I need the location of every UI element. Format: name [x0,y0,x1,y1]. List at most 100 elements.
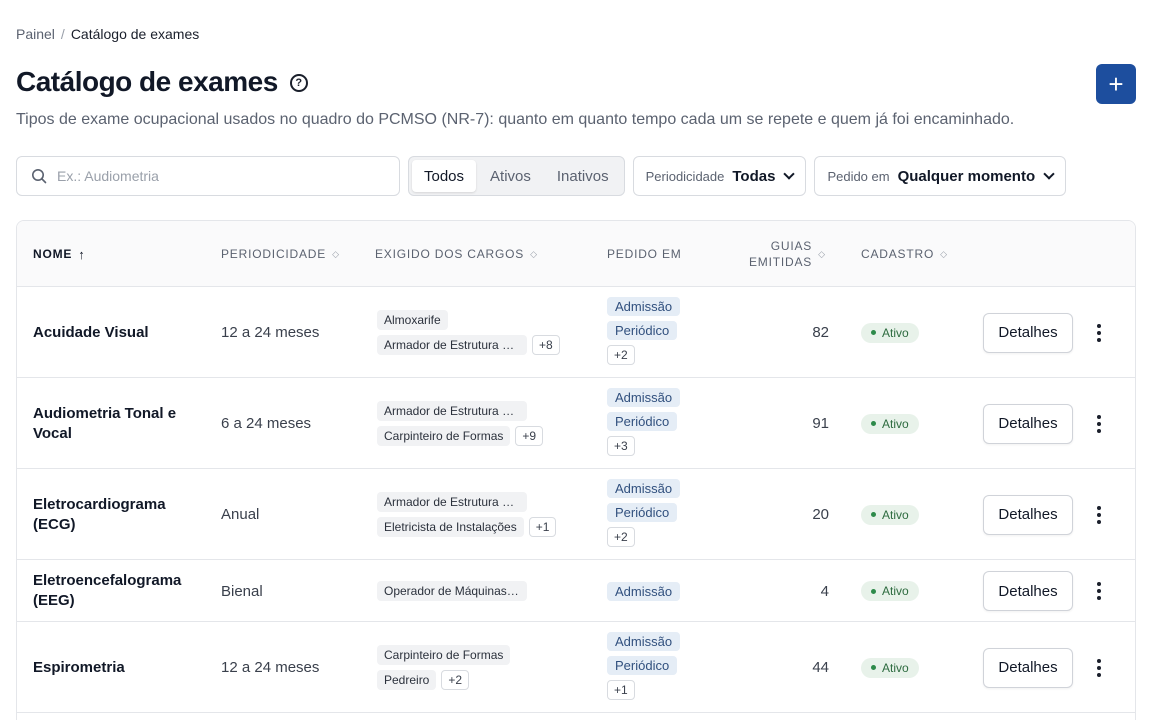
exam-name[interactable]: Audiometria Tonal e Vocal [33,404,193,444]
details-button[interactable]: Detalhes [983,647,1073,688]
sort-icon: ◇ [332,248,340,259]
guides-count: 44 [812,659,829,676]
status-label: Ativo [882,416,909,431]
roles-line: Almoxarife [377,310,448,330]
kebab-cell [1089,378,1109,469]
chevron-down-icon [1043,168,1055,180]
exam-periodicity: 12 a 24 meses [221,659,320,676]
table-row: Audiometria Tonal e Vocal 6 a 24 meses A… [17,378,1135,469]
actions-cell: Detalhes [983,378,1073,469]
status-badge: Ativo [861,504,919,525]
status-cell: Ativo [861,378,919,469]
ordered-more-badge[interactable]: +2 [607,345,635,365]
column-header-roles-label: Exigido dos cargos [375,247,525,261]
ordered-more-badge[interactable]: +2 [607,527,635,547]
exam-periodicity: Bienal [221,582,263,600]
details-button[interactable]: Detalhes [983,494,1073,535]
ordered-cell: Admissão Periódico +2 [607,297,681,365]
column-header-guides-line1: Guias [770,239,813,253]
column-header-name[interactable]: Nome ↑ [33,221,86,287]
more-vertical-icon[interactable] [1089,323,1109,342]
ordered-tag: Admissão [607,388,681,407]
status-dot-icon [871,330,876,335]
ordered-dropdown-label: Pedido em [827,168,890,184]
more-vertical-icon[interactable] [1089,414,1109,433]
exam-periodicity: 12 a 24 meses [221,324,320,341]
status-dot-icon [871,421,876,426]
breadcrumb-link-painel[interactable]: Painel [16,26,55,42]
actions-cell: Detalhes [983,622,1073,713]
details-button[interactable]: Detalhes [983,571,1073,611]
ordered-cell: Admissão Periódico +2 [607,479,681,547]
exams-table: Nome ↑ Periodicidade ◇ Exigido dos cargo… [16,220,1136,720]
segment-ativos[interactable]: Ativos [478,160,543,192]
roles-line: Armador de Estrutura de Concreto +8 [377,335,560,355]
search-input[interactable] [57,168,377,184]
question-circle-icon[interactable]: ? [289,74,308,92]
roles-line: Armador de Estrutura de Concreto [377,401,527,421]
ordered-more-badge[interactable]: +3 [607,436,635,456]
guides-count: 4 [820,582,829,600]
page-title: Catálogo de exames [16,66,278,97]
column-header-guides-line2: emitidas [749,255,813,269]
more-vertical-icon[interactable] [1089,658,1109,677]
roles-more-badge[interactable]: +2 [441,670,470,690]
breadcrumb: Painel / Catálogo de exames [16,26,199,42]
column-header-periodicity[interactable]: Periodicidade ◇ [221,221,340,287]
role-chip: Carpinteiro de Formas [377,645,511,665]
column-header-registry-label: Cadastro [861,247,935,261]
column-header-periodicity-label: Periodicidade [221,247,327,261]
column-header-registry[interactable]: Cadastro ◇ [861,221,948,287]
details-button[interactable]: Detalhes [983,403,1073,444]
kebab-cell [1089,469,1109,560]
status-label: Ativo [882,660,909,675]
ordered-tag: Periódico [607,321,678,340]
exam-periodicity: 6 a 24 meses [221,415,312,432]
ordered-dropdown[interactable]: Pedido em Qualquer momento [814,156,1067,196]
column-header-guides[interactable]: Guias emitidas ◇ [749,221,826,287]
periodicity-dropdown[interactable]: Periodicidade Todas [632,156,807,196]
status-dot-icon [871,588,876,594]
ordered-cell: Admissão Periódico +1 [607,632,681,700]
ordered-more-badge[interactable]: +1 [607,680,635,700]
details-button[interactable]: Detalhes [983,312,1073,353]
roles-more-badge[interactable]: +1 [528,517,557,537]
role-chip: Armador de Estrutura de Concreto [377,492,527,512]
exam-name[interactable]: Acuidade Visual [33,323,193,343]
table-row: Espirometria 12 a 24 meses Carpinteiro d… [17,622,1135,713]
kebab-cell [1089,622,1109,713]
ordered-cell: Admissão Periódico +3 [607,388,681,456]
role-chip: Almoxarife [377,310,448,330]
exam-name[interactable]: Eletrocardiograma (ECG) [33,495,193,535]
status-cell: Ativo [861,622,919,713]
add-exam-button[interactable]: + [1096,64,1136,104]
status-segmented-control: Todos Ativos Inativos [408,156,625,196]
column-header-roles[interactable]: Exigido dos cargos ◇ [375,221,538,287]
ordered-tag: Admissão [607,479,681,498]
roles-line: Armador de Estrutura de Concreto [377,492,527,512]
breadcrumb-current: Catálogo de exames [70,26,200,42]
sort-icon: ◇ [818,248,826,259]
guides-count: 82 [812,324,829,341]
segment-inativos[interactable]: Inativos [545,160,621,192]
segment-todos[interactable]: Todos [412,160,477,192]
ordered-cell: Admissão [607,560,681,622]
roles-more-badge[interactable]: +9 [515,426,544,446]
guides-count: 20 [812,506,829,523]
status-badge: Ativo [861,581,919,601]
role-chip: Eletricista de Instalações [377,517,524,537]
ordered-tag: Admissão [607,632,681,651]
row-name-cell: Espirometria [33,622,193,713]
ordered-dropdown-value: Qualquer momento [897,167,1036,185]
table-header: Nome ↑ Periodicidade ◇ Exigido dos cargo… [17,221,1135,287]
roles-cell: Operador de Máquinas Pesadas [377,560,527,622]
search-box[interactable] [16,156,400,196]
roles-cell: Armador de Estrutura de Concreto Carpint… [377,401,544,446]
exam-name[interactable]: Eletroencefalograma (EEG) [33,571,193,611]
more-vertical-icon[interactable] [1089,582,1109,600]
exam-name[interactable]: Espirometria [33,658,193,678]
more-vertical-icon[interactable] [1089,505,1109,524]
roles-more-badge[interactable]: +8 [532,335,560,355]
role-chip: Operador de Máquinas Pesadas [377,581,527,601]
ordered-tag: Periódico [607,412,678,431]
